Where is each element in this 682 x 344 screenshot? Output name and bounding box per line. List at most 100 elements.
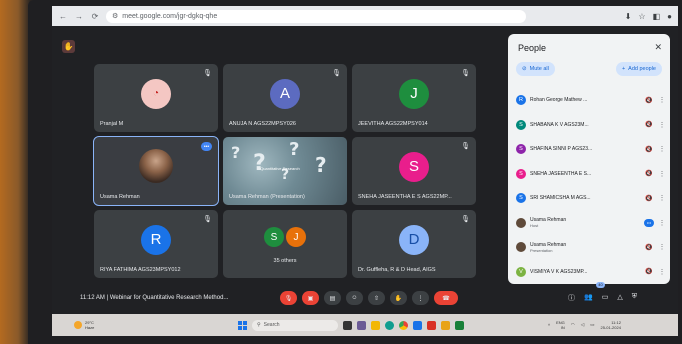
question-mark-graphic: ? [253, 151, 266, 176]
speaking-indicator-icon: ••• [201, 142, 212, 151]
participant-grid: 🎙 ◔ Pranjal M 🎙 A ANUJA N AGS22MPSY026 🎙… [93, 64, 476, 278]
participant-name: RIYA FATHIMA AGS23MPSY012 [100, 267, 181, 273]
more-options-icon[interactable]: ⋮ [658, 243, 666, 251]
slide-caption: Quantitative Research [260, 165, 300, 171]
chevron-up-icon[interactable]: ^ [548, 323, 550, 328]
list-item[interactable]: Usama Rehman Host ••• ⋮ [516, 211, 666, 236]
add-people-button[interactable]: + Add people [615, 62, 662, 76]
chat-icon[interactable]: ▭ [602, 293, 609, 303]
participant-name: SRI SHAMICSHA M AGS... [530, 195, 591, 202]
mic-off-icon: 🎙 [461, 70, 470, 77]
folder-icon[interactable] [441, 320, 450, 330]
more-options-icon[interactable]: ⋮ [658, 219, 666, 227]
more-options-button[interactable]: ⋮ [412, 291, 429, 305]
list-item[interactable]: S SHAFINA SINNI P AGS23... 🔇 ⋮ [516, 137, 666, 162]
battery-icon[interactable]: ▭ [590, 322, 594, 328]
start-icon[interactable] [238, 320, 247, 330]
download-icon[interactable]: ⬇ [625, 12, 632, 21]
presentation-tile[interactable]: ? ? ? ? ? Quantitative Research Usama Re… [223, 137, 347, 205]
avatar: J [399, 78, 429, 109]
clock[interactable]: 11:12 25-01-2024 [600, 320, 620, 330]
list-item[interactable]: S SRI SHAMICSHA M AGS... 🔇 ⋮ [516, 186, 666, 211]
participant-tile[interactable]: 🎙 R RIYA FATHIMA AGS23MPSY012 [94, 210, 218, 278]
volume-icon[interactable]: ◁ [581, 322, 584, 328]
more-options-icon[interactable]: ⋮ [658, 194, 666, 202]
back-icon[interactable]: ← [58, 12, 68, 21]
forward-icon[interactable]: → [74, 12, 84, 21]
mic-off-icon[interactable]: 🔇 [644, 97, 654, 104]
participant-name: VISMIYA V K AGS23MP... [530, 268, 588, 275]
taskbar-search[interactable]: ⚲ Search [252, 319, 338, 331]
more-options-icon[interactable]: ⋮ [658, 268, 666, 276]
list-item[interactable]: S SNEHA JASEENTHA E S... 🔇 ⋮ [516, 162, 666, 187]
participant-tile[interactable]: 🎙 J JEEVITHA AGS22MPSY014 [352, 64, 476, 132]
mic-off-icon[interactable]: 🔇 [644, 121, 654, 128]
captions-icon: ▤ [329, 295, 336, 302]
list-item[interactable]: R Rohan George Mathew ... 🔇 ⋮ [516, 88, 666, 113]
close-icon[interactable]: ✕ [654, 42, 662, 53]
avatar: R [516, 95, 526, 106]
more-options-icon[interactable]: ⋮ [658, 170, 666, 178]
list-item[interactable]: S SHABANA K V AGS23M... 🔇 ⋮ [516, 113, 666, 138]
excel-icon[interactable] [455, 320, 464, 330]
mic-off-icon[interactable]: 🔇 [644, 195, 654, 202]
mic-toggle-button[interactable]: 🎙 [280, 291, 297, 305]
present-button[interactable]: ⇧ [368, 291, 385, 305]
sidepanel-icon[interactable]: ◧ [653, 12, 661, 21]
leave-call-button[interactable]: ☎ [434, 291, 458, 305]
participant-name: Usama Rehman [100, 194, 140, 200]
wifi-icon[interactable]: ◠ [571, 322, 575, 328]
more-options-icon[interactable]: ⋮ [658, 96, 666, 104]
pdf-icon[interactable] [427, 320, 436, 330]
host-controls-icon[interactable]: ⛨ [632, 293, 637, 303]
captions-button[interactable]: ▤ [324, 291, 341, 305]
participant-name: SHABANA K V AGS23M... [530, 121, 589, 128]
mic-off-icon[interactable]: 🔇 [644, 244, 654, 251]
participant-tile[interactable]: 🎙 ◔ Pranjal M [94, 64, 218, 132]
region-code: IN [560, 325, 565, 330]
raise-hand-button[interactable]: ✋ [390, 291, 407, 305]
question-mark-graphic: ? [315, 153, 327, 177]
people-icon[interactable]: 👥 [584, 293, 593, 303]
participant-tile-video[interactable]: ••• Usama Rehman [93, 136, 219, 206]
language-indicator[interactable]: ENG IN [556, 320, 565, 330]
mic-off-icon: 🎙 [203, 70, 212, 77]
mic-off-icon: ⊘ [522, 66, 527, 72]
reactions-button[interactable]: ☺ [346, 291, 363, 305]
store-icon[interactable] [413, 320, 422, 330]
site-info-icon[interactable]: ⚙ [112, 12, 118, 20]
camera-off-icon: ▣ [307, 295, 314, 302]
chrome-icon[interactable] [399, 320, 408, 330]
address-bar[interactable]: ⚙ meet.google.com/jgr-dgkq-qhe [106, 9, 526, 23]
avatar: ◔ [141, 78, 171, 109]
participant-name: Pranjal M [100, 121, 124, 127]
mic-off-icon[interactable]: 🔇 [644, 146, 654, 153]
profile-icon[interactable]: ● [667, 12, 672, 21]
participant-tile[interactable]: 🎙 A ANUJA N AGS22MPSY026 [223, 64, 347, 132]
raised-hand-icon[interactable]: ✋ [62, 40, 75, 53]
camera-toggle-button[interactable]: ▣ [302, 291, 319, 305]
others-tile[interactable]: S J 35 others [223, 210, 347, 278]
more-options-icon[interactable]: ⋮ [658, 121, 666, 129]
meeting-time: 11:12 AM [80, 295, 105, 301]
file-explorer-icon[interactable] [371, 320, 380, 330]
mic-off-icon[interactable]: 🔇 [644, 268, 654, 275]
participant-role: Host [530, 223, 539, 229]
list-item[interactable]: Usama Rehman Presentation 🔇 ⋮ [516, 235, 666, 260]
avatar: S [516, 193, 526, 204]
activities-icon[interactable]: △ [617, 293, 622, 303]
edge-icon[interactable] [385, 320, 394, 330]
participant-tile[interactable]: 🎙 D Dr. Guffleha, R & D Head, AIGS [352, 210, 476, 278]
more-options-icon[interactable]: ⋮ [658, 145, 666, 153]
reload-icon[interactable]: ⟳ [90, 12, 100, 21]
participant-tile[interactable]: 🎙 S SNEHA JASEENTHA E S AGS22MP... [352, 137, 476, 205]
info-icon[interactable]: ⓘ [568, 293, 575, 303]
task-view-icon[interactable] [343, 320, 352, 330]
list-item[interactable]: V VISMIYA V K AGS23MP... 🔇 ⋮ [516, 260, 666, 285]
mute-all-button[interactable]: ⊘ Mute all [516, 62, 555, 76]
bookmark-star-icon[interactable]: ☆ [638, 12, 645, 21]
people-count-badge: 40 [596, 282, 605, 288]
widgets-icon[interactable] [357, 320, 366, 330]
weather-widget[interactable]: 29°C Haze [74, 320, 94, 330]
mic-off-icon[interactable]: 🔇 [644, 170, 654, 177]
